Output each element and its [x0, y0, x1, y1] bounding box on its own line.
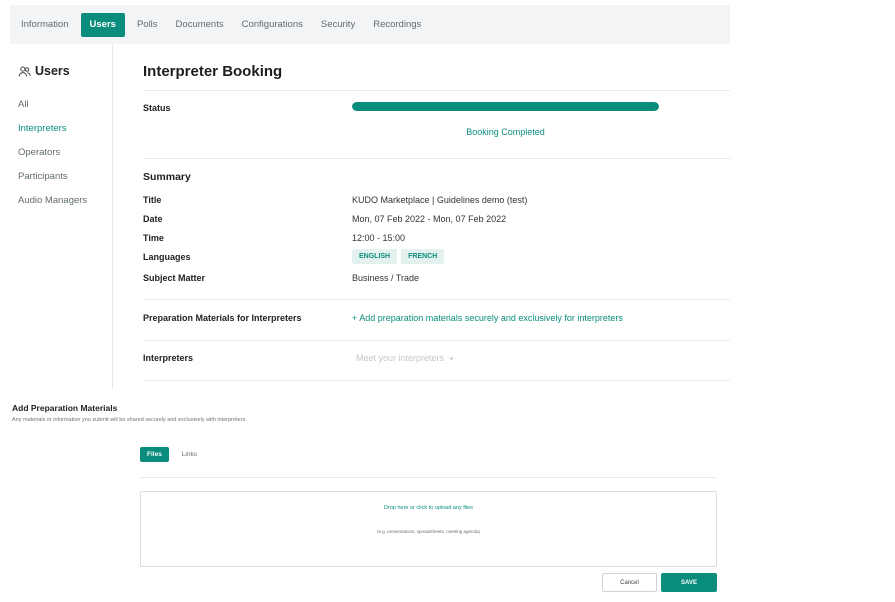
top-nav: Information Users Polls Documents Config… [10, 5, 730, 44]
dropzone-hint: (e.g. presentations, spreadsheets, meeti… [376, 529, 481, 534]
tab-users[interactable]: Users [80, 12, 125, 37]
language-badge: FRENCH [401, 249, 445, 264]
file-dropzone[interactable]: Drop here or click to upload any files (… [140, 491, 717, 567]
divider [143, 380, 730, 381]
divider [143, 90, 730, 91]
divider [143, 299, 730, 300]
sidebar: Users All Interpreters Operators Partici… [0, 44, 113, 389]
sidebar-item-participants[interactable]: Participants [18, 171, 68, 182]
interpreters-label: Interpreters [143, 353, 194, 363]
languages-list: ENGLISH FRENCH [352, 249, 448, 264]
subject-value: Business / Trade [352, 273, 420, 283]
title-label: Title [143, 195, 162, 205]
prep-materials-label: Preparation Materials for Interpreters [143, 313, 302, 323]
interpreters-dropdown[interactable]: Meet your interpreters ▾ [356, 353, 453, 363]
status-progress-fill [352, 102, 659, 111]
divider [143, 340, 730, 341]
prep-tabs: Files Links [140, 447, 204, 462]
tab-documents[interactable]: Documents [167, 13, 233, 37]
chevron-down-icon: ▾ [449, 356, 454, 363]
tab-configurations[interactable]: Configurations [233, 13, 312, 37]
title-value: KUDO Marketplace | Guidelines demo (test… [352, 195, 528, 205]
sidebar-item-operators[interactable]: Operators [18, 147, 60, 158]
tab-files[interactable]: Files [140, 447, 169, 462]
status-text: Booking Completed [466, 127, 545, 137]
time-value: 12:00 - 15:00 [352, 233, 406, 243]
date-value: Mon, 07 Feb 2022 - Mon, 07 Feb 2022 [352, 214, 507, 224]
languages-label: Languages [143, 252, 191, 262]
divider [143, 158, 730, 159]
users-icon [18, 65, 31, 78]
tab-polls[interactable]: Polls [128, 13, 167, 37]
summary-heading: Summary [143, 171, 191, 183]
save-button[interactable]: SAVE [661, 573, 717, 592]
tab-links[interactable]: Links [175, 447, 204, 462]
time-label: Time [143, 233, 164, 243]
divider [140, 477, 717, 478]
interpreters-placeholder: Meet your interpreters [356, 353, 445, 363]
subject-label: Subject Matter [143, 273, 206, 283]
tab-information[interactable]: Information [12, 13, 78, 37]
tab-security[interactable]: Security [312, 13, 364, 37]
status-progress-bar [352, 102, 659, 111]
status-label: Status [143, 103, 171, 113]
sidebar-title: Users [18, 64, 70, 78]
tab-recordings[interactable]: Recordings [364, 13, 430, 37]
sidebar-title-text: Users [35, 64, 70, 78]
sidebar-item-audio-managers[interactable]: Audio Managers [18, 195, 87, 206]
dropzone-text: Drop here or click to upload any files [384, 505, 473, 511]
prep-section-title: Add Preparation Materials [12, 403, 118, 413]
add-prep-materials-link[interactable]: + Add preparation materials securely and… [352, 313, 623, 323]
cancel-button[interactable]: Cancel [602, 573, 657, 592]
language-badge: ENGLISH [352, 249, 398, 264]
page-title: Interpreter Booking [143, 63, 283, 80]
sidebar-item-interpreters[interactable]: Interpreters [18, 123, 67, 134]
sidebar-item-all[interactable]: All [18, 99, 29, 110]
date-label: Date [143, 214, 163, 224]
prep-section-subtitle: Any materials or information you submit … [12, 417, 247, 423]
